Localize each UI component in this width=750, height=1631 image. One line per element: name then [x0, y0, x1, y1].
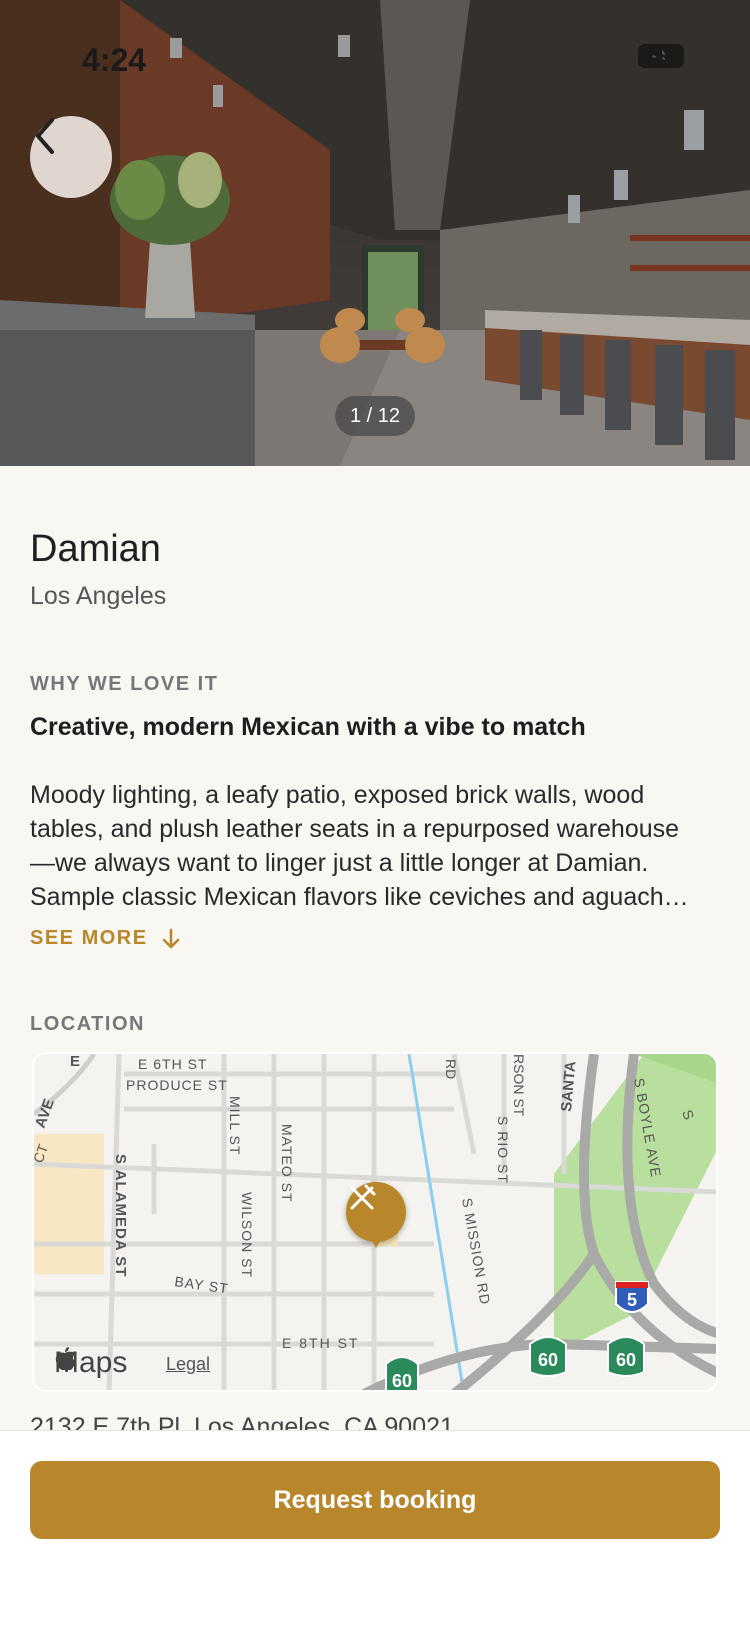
bottom-action-bar: Request booking — [0, 1430, 750, 1631]
restaurant-pin[interactable] — [346, 1182, 406, 1248]
shield-label: 60 — [616, 1350, 636, 1370]
photo-counter: 1 / 12 — [335, 396, 415, 436]
description-line: Sample classic Mexican flavors like cevi… — [30, 883, 689, 911]
highway-shield-60: 60 — [607, 1336, 645, 1377]
map-legal-link[interactable]: Legal — [166, 1354, 210, 1375]
map-street-label: MATEO ST — [279, 1124, 295, 1203]
tagline: Creative, modern Mexican with a vibe to … — [30, 713, 586, 741]
description: Moody lighting, a leafy patio, exposed b… — [30, 778, 722, 914]
location-map[interactable]: E 6TH ST PRODUCE ST MILL ST MATEO ST WIL… — [32, 1052, 718, 1392]
status-time: 4:24 — [82, 42, 147, 78]
map-street-label: E 6TH ST — [138, 1056, 207, 1072]
see-more-label: SEE MORE — [30, 927, 148, 949]
fork-knife-icon — [350, 1184, 376, 1210]
shield-label: 60 — [392, 1371, 412, 1391]
apple-maps-logo: Maps — [54, 1346, 127, 1380]
status-bar: 4:24 45 — [0, 0, 750, 110]
back-button[interactable] — [30, 116, 112, 198]
map-street-label: S ALAMEDA ST — [112, 1154, 129, 1277]
see-more-button[interactable]: SEE MORE — [30, 927, 180, 950]
location-label: LOCATION — [30, 1013, 145, 1035]
status-icons: 45 — [638, 44, 684, 68]
map-street-label: E 8TH ST — [282, 1335, 359, 1351]
why-we-love-it-label: WHY WE LOVE IT — [30, 673, 219, 695]
shield-label: 5 — [627, 1290, 637, 1310]
wifi-icon — [638, 44, 670, 67]
venue-name: Damian — [30, 528, 161, 570]
map-street-label: PRODUCE ST — [126, 1077, 228, 1093]
description-line: Moody lighting, a leafy patio, exposed b… — [30, 781, 645, 809]
apple-icon — [55, 1347, 75, 1371]
highway-shield-60: 60 — [385, 1356, 419, 1391]
map-street-label: RSON ST — [511, 1054, 527, 1117]
map-street-label: WILSON ST — [239, 1192, 255, 1278]
highway-shield-60: 60 — [529, 1336, 567, 1377]
arrow-down-icon — [162, 928, 179, 948]
chevron-left-icon — [36, 118, 54, 154]
venue-city: Los Angeles — [30, 582, 167, 610]
map-street-label: MILL ST — [227, 1096, 243, 1155]
description-line: —we always want to linger just a little … — [30, 849, 649, 877]
description-line: tables, and plush leather seats in a rep… — [30, 815, 680, 843]
shield-label: 60 — [538, 1350, 558, 1370]
map-street-label: S RIO ST — [495, 1116, 511, 1184]
request-booking-button[interactable]: Request booking — [30, 1461, 720, 1539]
hero-image[interactable]: 4:24 45 1 / 12 — [0, 0, 750, 466]
interstate-shield-5: 5 — [615, 1281, 649, 1313]
map-street-label: E — [70, 1054, 80, 1070]
map-street-label: RD — [443, 1059, 459, 1079]
